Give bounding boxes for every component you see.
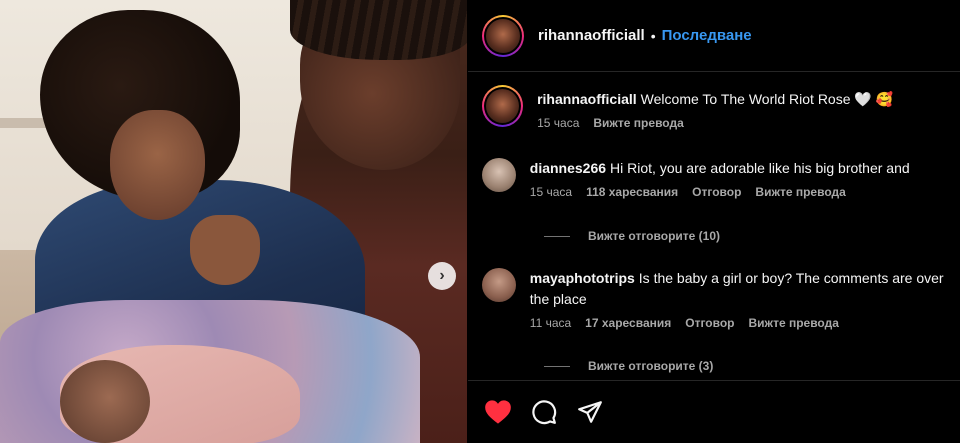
share-button[interactable] bbox=[576, 398, 604, 426]
instagram-post-view: › rihannaofficiall • Последване rihannao… bbox=[0, 0, 960, 443]
comments-panel: rihannaofficiall • Последване rihannaoff… bbox=[468, 0, 960, 443]
comment-meta: 15 часа 118 харесвания Отговор Вижте пре… bbox=[530, 185, 952, 199]
caption-translate-link[interactable]: Вижте превода bbox=[593, 116, 683, 130]
comment-username[interactable]: diannes266 bbox=[530, 160, 606, 176]
post-image[interactable]: › bbox=[0, 0, 467, 443]
post-action-bar bbox=[468, 380, 960, 443]
view-replies-button[interactable]: Вижте отговорите (3) bbox=[544, 359, 713, 373]
view-replies-button[interactable]: Вижте отговорите (10) bbox=[544, 229, 720, 243]
like-button[interactable] bbox=[484, 398, 512, 426]
author-username[interactable]: rihannaofficiall bbox=[538, 27, 645, 44]
comment-item: mayaphototrips Is the baby a girl or boy?… bbox=[482, 268, 952, 330]
heart-icon bbox=[485, 400, 511, 424]
carousel-next-button[interactable]: › bbox=[428, 262, 456, 290]
caption-time: 15 часа bbox=[537, 116, 580, 130]
caption-text: Welcome To The World Riot Rose 🤍 🥰 bbox=[640, 91, 894, 107]
share-icon bbox=[578, 401, 602, 423]
comment-username[interactable]: mayaphototrips bbox=[530, 270, 635, 286]
header-separator: • bbox=[650, 27, 656, 44]
comment-icon bbox=[532, 400, 557, 425]
comment-text-row: diannes266 Hi Riot, you are adorable like… bbox=[530, 158, 952, 179]
comment-body: mayaphototrips Is the baby a girl or boy?… bbox=[530, 268, 952, 330]
caption-avatar-image bbox=[484, 87, 522, 125]
comment-meta: 11 часа 17 харесвания Отговор Вижте прев… bbox=[530, 316, 952, 330]
follow-button[interactable]: Последване bbox=[662, 27, 752, 44]
caption: rihannaofficiall Welcome To The World Rio… bbox=[482, 85, 952, 130]
author-avatar[interactable] bbox=[482, 14, 524, 57]
comment-body: diannes266 Hi Riot, you are adorable like… bbox=[530, 158, 952, 199]
caption-body: rihannaofficiall Welcome To The World Rio… bbox=[537, 85, 952, 130]
author-avatar-image bbox=[484, 16, 522, 55]
comment-likes-link[interactable]: 118 харесвания bbox=[586, 185, 678, 199]
replies-divider bbox=[544, 365, 570, 367]
comment-reply-button[interactable]: Отговор bbox=[692, 185, 741, 199]
comment-translate-link[interactable]: Вижте превода bbox=[755, 185, 845, 199]
caption-text-row: rihannaofficiall Welcome To The World Rio… bbox=[537, 89, 952, 110]
photo-baby-head bbox=[60, 360, 150, 443]
comment-time: 15 часа bbox=[529, 185, 573, 199]
photo-woman-chest bbox=[190, 215, 260, 285]
photo-man-hair bbox=[290, 0, 467, 60]
caption-avatar[interactable] bbox=[482, 85, 524, 127]
caption-username[interactable]: rihannaofficiall bbox=[537, 91, 637, 107]
comment-time: 11 часа bbox=[529, 316, 572, 330]
post-header: rihannaofficiall • Последване bbox=[468, 0, 960, 72]
commenter-avatar[interactable] bbox=[482, 158, 516, 192]
comment-likes-link[interactable]: 17 харесвания bbox=[585, 316, 671, 330]
comment-item: diannes266 Hi Riot, you are adorable like… bbox=[482, 158, 952, 199]
comment-text-row: mayaphototrips Is the baby a girl or boy?… bbox=[530, 268, 952, 310]
view-replies-label: Вижте отговорите (10) bbox=[588, 229, 720, 243]
replies-divider bbox=[544, 235, 570, 237]
comment-translate-link[interactable]: Вижте превода bbox=[749, 316, 839, 330]
comment-text: Hi Riot, you are adorable like his big b… bbox=[610, 160, 910, 176]
caption-meta: 15 часа Вижте превода bbox=[537, 116, 952, 130]
comment-button[interactable] bbox=[530, 398, 558, 426]
commenter-avatar[interactable] bbox=[482, 268, 516, 302]
view-replies-label: Вижте отговорите (3) bbox=[588, 359, 714, 373]
photo-woman-face bbox=[110, 110, 205, 220]
comment-reply-button[interactable]: Отговор bbox=[685, 316, 734, 330]
